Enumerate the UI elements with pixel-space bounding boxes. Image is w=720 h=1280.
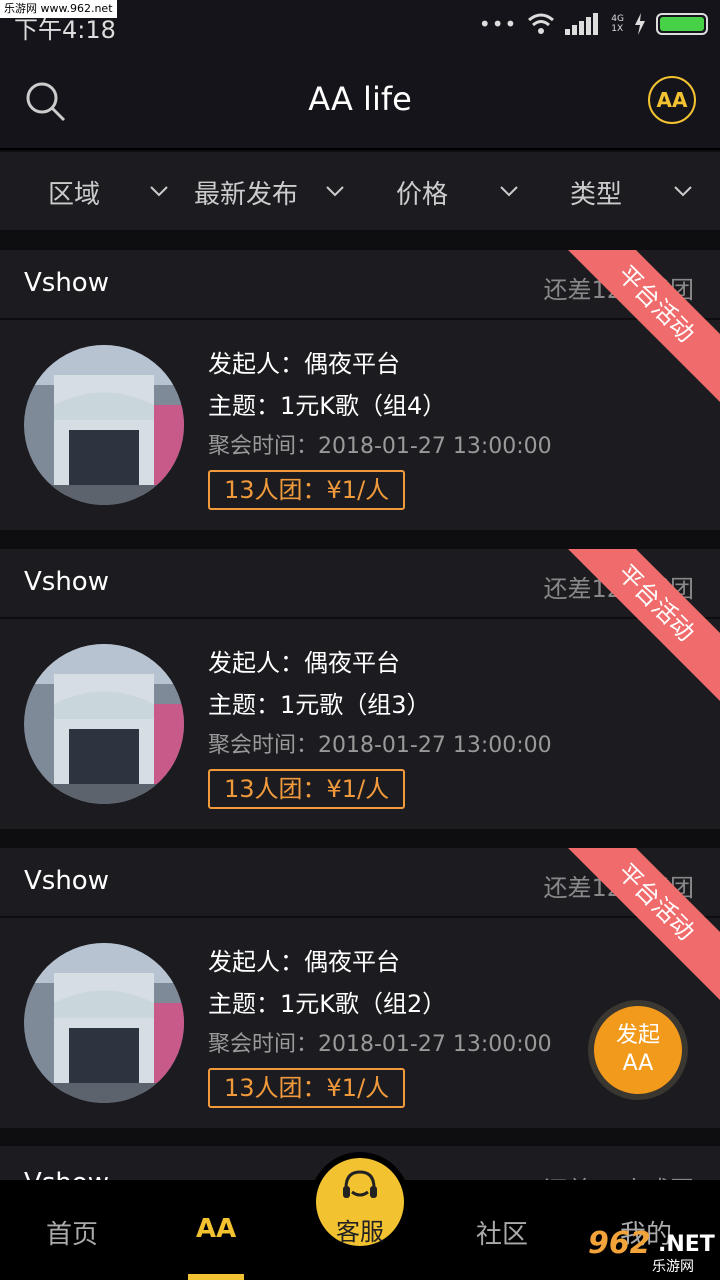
- start-aa-button[interactable]: 发起 AA: [588, 1000, 688, 1100]
- topic: 主题：1元K歌（组4）: [208, 392, 447, 420]
- fab-label-line2: AA: [622, 1051, 654, 1076]
- more-dots-icon: •••: [478, 12, 518, 36]
- filter-bar: 区域 最新发布 价格 类型: [0, 152, 720, 230]
- shop-name: Vshow: [24, 567, 109, 597]
- customer-service-button[interactable]: 客服: [310, 1152, 410, 1252]
- battery-icon: [656, 13, 708, 35]
- price-badge: 13人团：¥1/人: [208, 1068, 406, 1108]
- topic: 主题：1元歌（组3）: [208, 691, 431, 719]
- aa-logo-icon[interactable]: AA: [648, 76, 696, 124]
- filter-region[interactable]: 区域: [48, 174, 100, 211]
- price-badge: 13人团：¥1/人: [208, 470, 406, 510]
- wifi-icon: [528, 13, 555, 34]
- chevron-down-icon: [500, 186, 518, 197]
- watermark-top-left: 乐游网 www.962.net: [0, 0, 117, 18]
- service-label: 客服: [336, 1218, 384, 1246]
- venue-thumbnail: [24, 644, 184, 804]
- shop-name: Vshow: [24, 866, 109, 896]
- signal-icon: [565, 13, 599, 35]
- event-card[interactable]: Vshow 还差12人成团 发起人：偶夜平台 主题：1元K歌（组4） 聚会时间：…: [0, 250, 720, 530]
- app-header: AA life AA: [0, 50, 720, 150]
- site-watermark: 962 .NET 乐游网: [588, 1226, 715, 1275]
- venue-thumbnail: [24, 943, 184, 1103]
- headset-icon: [343, 1170, 377, 1198]
- filter-latest[interactable]: 最新发布: [194, 174, 298, 211]
- nav-active-indicator: [188, 1274, 244, 1280]
- chevron-down-icon: [674, 186, 692, 197]
- network-type: 4G 1X: [611, 14, 624, 34]
- initiator: 发起人：偶夜平台: [208, 649, 400, 677]
- filter-price[interactable]: 价格: [396, 174, 448, 211]
- meeting-time: 聚会时间：2018-01-27 13:00:00: [208, 733, 552, 758]
- topic: 主题：1元K歌（组2）: [208, 990, 447, 1018]
- charging-icon: [635, 13, 645, 35]
- initiator: 发起人：偶夜平台: [208, 350, 400, 378]
- price-badge: 13人团：¥1/人: [208, 769, 406, 809]
- status-icons: ••• 4G 1X: [479, 12, 708, 36]
- page-title: AA life: [308, 80, 412, 118]
- status-bar: 下午4:18 乐游网 www.962.net ••• 4G 1X: [0, 0, 720, 50]
- initiator: 发起人：偶夜平台: [208, 948, 400, 976]
- venue-thumbnail: [24, 345, 184, 505]
- fab-label-line1: 发起: [615, 1023, 660, 1048]
- shop-name: Vshow: [24, 268, 109, 298]
- event-card[interactable]: Vshow 还差12人成团 发起人：偶夜平台 主题：1元歌（组3） 聚会时间：2…: [0, 549, 720, 829]
- filter-type[interactable]: 类型: [570, 174, 622, 211]
- chevron-down-icon: [150, 186, 168, 197]
- nav-aa[interactable]: AA: [196, 1214, 236, 1244]
- nav-home[interactable]: 首页: [46, 1214, 98, 1251]
- app-screen: 下午4:18 乐游网 www.962.net ••• 4G 1X AA life…: [0, 0, 720, 1280]
- meeting-time: 聚会时间：2018-01-27 13:00:00: [208, 1032, 552, 1057]
- chevron-down-icon: [326, 186, 344, 197]
- nav-community[interactable]: 社区: [476, 1214, 528, 1251]
- meeting-time: 聚会时间：2018-01-27 13:00:00: [208, 434, 552, 459]
